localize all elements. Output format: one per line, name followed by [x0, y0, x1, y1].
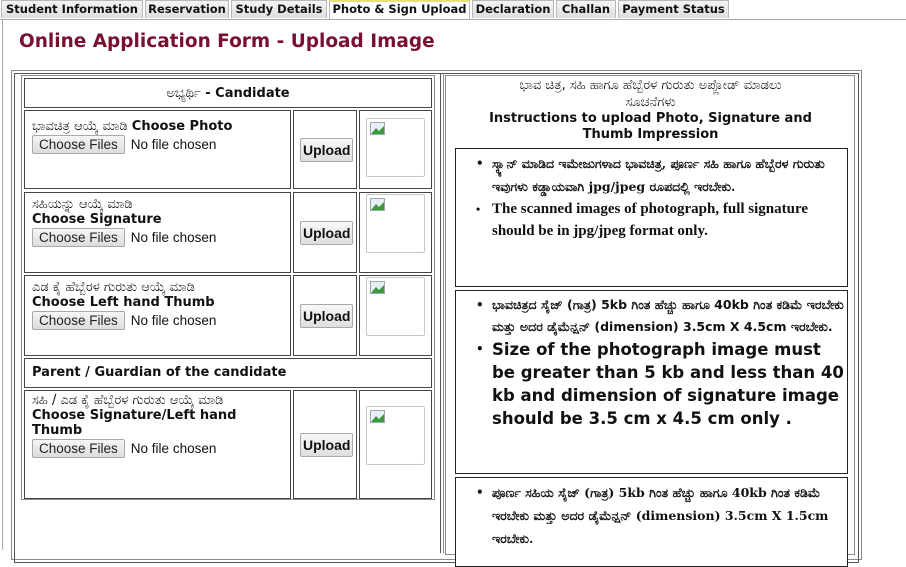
- tab-payment-status[interactable]: Payment Status: [618, 0, 729, 18]
- photo-label-kn: ಭಾವಚಿತ್ರ ಆಯ್ಕೆ ಮಾಡಿ: [32, 119, 132, 134]
- guardian-preview: [366, 406, 425, 465]
- thumb-preview-cell: [359, 275, 432, 356]
- photo-upload-cell: Upload: [293, 110, 357, 189]
- choose-photo-button[interactable]: Choose Files: [32, 135, 125, 154]
- photo-label-en: Choose Photo: [131, 119, 233, 134]
- upload-thumb-button[interactable]: Upload: [300, 304, 354, 328]
- guardian-file-status: No file chosen: [130, 441, 217, 456]
- signature-label-kn: ಸಹಿಯನ್ನು ಆಯ್ಕೆ ಮಾಡಿ: [32, 197, 133, 212]
- tab-reservation[interactable]: Reservation: [145, 0, 229, 18]
- thumb-label-en: Choose Left hand Thumb: [32, 295, 215, 310]
- signature-file-status: No file chosen: [130, 230, 217, 245]
- tab-photo-sign-upload[interactable]: Photo & Sign Upload: [329, 0, 470, 20]
- page-title: Online Application Form - Upload Image: [19, 31, 435, 52]
- tab-study-details[interactable]: Study Details: [231, 0, 327, 18]
- signature-label-en: Choose Signature: [32, 212, 162, 227]
- instructions-title: ಭಾವ ಚಿತ್ರ, ಸಹಿ ಹಾಗೂ ಹೆಬ್ಬೆರಳ ಗುರುತು ಅಪ್ಲ…: [448, 77, 853, 143]
- candidate-header: ಅಭ್ಯರ್ಥಿ - Candidate: [24, 78, 432, 108]
- upload-signature-button[interactable]: Upload: [300, 221, 354, 245]
- guardian-label-kn: ಸಹಿ / ಎಡ ಕೈ ಹೆಬ್ಬೆರಳ ಗುರುತು ಆಯ್ಕೆ ಮಾಡಿ: [32, 393, 224, 408]
- instruction-format-en: The scanned images of photograph, full s…: [476, 198, 847, 242]
- instruction-box-signature-size: ಪೂರ್ಣ ಸಹಿಯ ಸೈಜ್ (ಗಾತ್ರ) 5kb ಗಿಂತ ಹೆಚ್ಚು …: [455, 477, 848, 567]
- tab-declaration[interactable]: Declaration: [472, 0, 554, 18]
- thumb-upload-cell: Upload: [293, 275, 357, 356]
- guardian-header: Parent / Guardian of the candidate: [24, 358, 432, 388]
- signature-preview-cell: [359, 192, 432, 273]
- broken-image-icon: [370, 198, 385, 211]
- signature-upload-cell: Upload: [293, 192, 357, 273]
- instruction-box-photo-size: ಭಾವಚಿತ್ರದ ಸೈಜ್ (ಗಾತ್ರ) 5kb ಗಿಂತ ಹೆಚ್ಚು ಹ…: [455, 290, 848, 474]
- photo-input-cell: ಭಾವಚಿತ್ರ ಆಯ್ಕೆ ಮಾಡಿ Choose Photo Choose …: [24, 110, 291, 189]
- signature-preview: [366, 194, 425, 253]
- thumb-file-status: No file chosen: [130, 313, 217, 328]
- thumb-preview: [366, 277, 425, 336]
- tab-student-information[interactable]: Student Information: [1, 0, 143, 18]
- choose-thumb-button[interactable]: Choose Files: [32, 311, 125, 330]
- broken-image-icon: [370, 122, 385, 135]
- guardian-label-en: Choose Signature/Left hand Thumb: [32, 408, 237, 438]
- broken-image-icon: [370, 281, 385, 294]
- instruction-box-format: ಸ್ಕ್ಯಾನ್ ಮಾಡಿದ ಇಮೇಜುಗಳಾದ ಭಾವಚಿತ್ರ, ಪೂರ್ಣ…: [455, 148, 848, 287]
- photo-preview-cell: [359, 110, 432, 189]
- instructions-title-en: Instructions to upload Photo, Signature …: [489, 111, 812, 142]
- choose-signature-button[interactable]: Choose Files: [32, 228, 125, 247]
- tab-underline: [0, 19, 906, 20]
- thumb-input-cell: ಎಡ ಕೈ ಹೆಬ್ಬೆರಳ ಗುರುತು ಆಯ್ಕೆ ಮಾಡಿ Choose …: [24, 275, 291, 356]
- column-divider: [440, 73, 441, 553]
- photo-preview: [366, 118, 425, 177]
- thumb-label-kn: ಎಡ ಕೈ ಹೆಬ್ಬೆರಳ ಗುರುತು ಆಯ್ಕೆ ಮಾಡಿ: [32, 280, 195, 295]
- instruction-signature-size-kn: ಪೂರ್ಣ ಸಹಿಯ ಸೈಜ್ (ಗಾತ್ರ) 5kb ಗಿಂತ ಹೆಚ್ಚು …: [476, 481, 847, 550]
- tab-bar: Student Information Reservation Study De…: [0, 0, 906, 20]
- signature-input-cell: ಸಹಿಯನ್ನು ಆಯ್ಕೆ ಮಾಡಿ Choose Signature Cho…: [24, 192, 291, 273]
- thumb-file-input[interactable]: Choose Files No file chosen: [32, 311, 290, 330]
- guardian-file-input[interactable]: Choose Files No file chosen: [32, 439, 290, 458]
- candidate-header-en: - Candidate: [200, 86, 290, 101]
- instruction-format-kn: ಸ್ಕ್ಯಾನ್ ಮಾಡಿದ ಇಮೇಜುಗಳಾದ ಭಾವಚಿತ್ರ, ಪೂರ್ಣ…: [476, 152, 847, 198]
- choose-guardian-button[interactable]: Choose Files: [32, 439, 125, 458]
- photo-file-input[interactable]: Choose Files No file chosen: [32, 135, 290, 154]
- instruction-photo-size-en: Size of the photograph image must be gre…: [476, 338, 847, 430]
- guardian-input-cell: ಸಹಿ / ಎಡ ಕೈ ಹೆಬ್ಬೆರಳ ಗುರುತು ಆಯ್ಕೆ ಮಾಡಿ C…: [24, 390, 291, 499]
- column-divider: [443, 73, 444, 553]
- content-border: [2, 19, 3, 550]
- instruction-photo-size-kn: ಭಾವಚಿತ್ರದ ಸೈಜ್ (ಗಾತ್ರ) 5kb ಗಿಂತ ಹೆಚ್ಚು ಹ…: [476, 294, 847, 338]
- candidate-header-kn: ಅಭ್ಯರ್ಥಿ: [166, 86, 201, 101]
- guardian-preview-cell: [359, 390, 432, 499]
- upload-photo-button[interactable]: Upload: [300, 138, 354, 162]
- signature-file-input[interactable]: Choose Files No file chosen: [32, 228, 290, 247]
- upload-guardian-button[interactable]: Upload: [300, 433, 354, 457]
- photo-file-status: No file chosen: [130, 137, 217, 152]
- broken-image-icon: [370, 410, 385, 423]
- tab-challan[interactable]: Challan: [556, 0, 616, 18]
- guardian-upload-cell: Upload: [293, 390, 357, 499]
- instructions-title-kn: ಭಾವ ಚಿತ್ರ, ಸಹಿ ಹಾಗೂ ಹೆಬ್ಬೆರಳ ಗುರುತು ಅಪ್ಲ…: [519, 78, 782, 110]
